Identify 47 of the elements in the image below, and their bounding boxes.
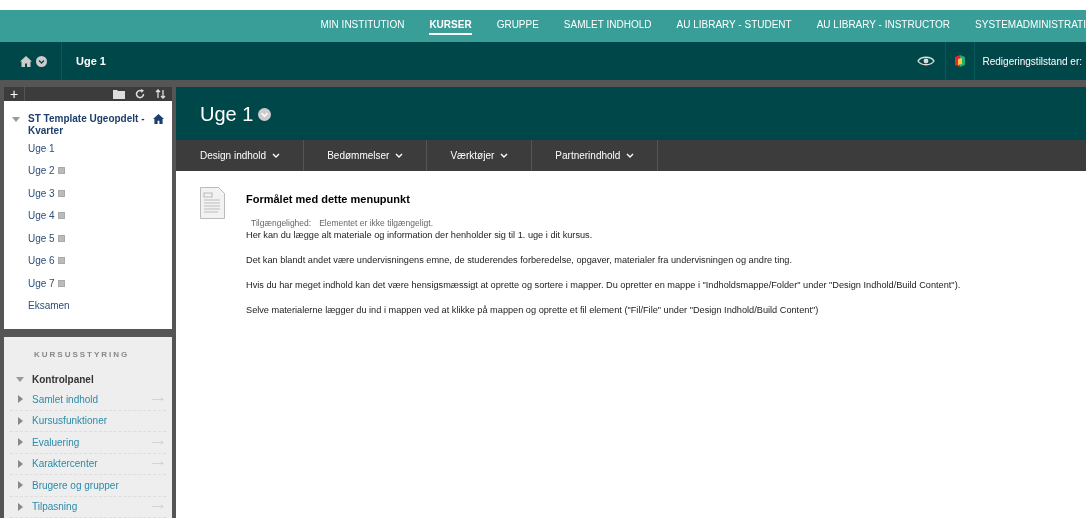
caret-right-icon xyxy=(18,502,23,511)
chevron-down-icon xyxy=(626,152,635,159)
edit-mode-label: Redigeringstilstand er: xyxy=(982,54,1082,69)
body-paragraph: Her kan du lægge alt materiale og information der henholder sig til 1. uge i dit kursus. xyxy=(246,229,594,243)
palette-icon[interactable] xyxy=(954,55,965,67)
eye-icon[interactable] xyxy=(916,55,935,67)
course-menu-link[interactable]: Uge 1 xyxy=(28,140,55,156)
home-icon[interactable] xyxy=(20,55,32,67)
course-menu-link[interactable]: Uge 2 xyxy=(28,163,55,179)
course-menu-link[interactable]: Uge 6 xyxy=(28,253,55,269)
item-title[interactable]: Formålet med dette menupunkt xyxy=(246,191,961,208)
control-panel-link[interactable]: Karaktercenter xyxy=(32,456,152,472)
course-menu-link[interactable]: Uge 3 xyxy=(28,185,55,201)
refresh-icon[interactable] xyxy=(135,89,145,99)
body-paragraph: Det kan blandt andet være undervisningens emne, de studerendes forberedelse, opgaver, materialer fra undervisningen og andre ting. xyxy=(246,254,793,268)
caret-right-icon xyxy=(18,459,23,468)
page-title: Uge 1 xyxy=(200,101,254,127)
control-panel-link[interactable]: Evaluering xyxy=(32,434,152,450)
course-menu-link[interactable]: Uge 5 xyxy=(28,230,55,246)
caret-right-icon xyxy=(18,438,23,447)
availability-value: Elementet er ikke tilgængeligt. xyxy=(319,216,434,230)
circle-chevron-icon[interactable] xyxy=(36,55,47,67)
control-panel-title[interactable]: Kontrolpanel xyxy=(32,371,94,387)
course-menu-link[interactable]: Uge 7 xyxy=(28,275,55,291)
caret-right-icon xyxy=(18,416,23,425)
body-paragraph: Hvis du har meget indhold kan det være hensigsmæssigt at oprette og sortere i mapper. Du opretter en mappe i "Indholdsmappe/Folder" under "Design Indhold/Build Content"). xyxy=(246,278,961,292)
control-panel-link[interactable]: Kursusfunktioner xyxy=(32,413,166,429)
caret-right-icon xyxy=(18,395,23,404)
availability-label: Tilgængelighed: xyxy=(251,216,312,230)
chevron-down-icon xyxy=(500,152,509,159)
breadcrumb-current: Uge 1 xyxy=(76,53,106,69)
caret-right-icon xyxy=(18,481,23,490)
control-panel-link[interactable]: Samlet indhold xyxy=(32,391,152,407)
folder-icon[interactable] xyxy=(113,89,125,99)
home-icon[interactable] xyxy=(153,114,164,124)
section-heading: KURSUSSTYRING xyxy=(34,349,131,361)
control-panel-link[interactable]: Tilpasning xyxy=(32,499,152,515)
body-paragraph: Selve materialerne lægger du ind i mappen ved at klikke på mappen og oprette et fil element ("Fil/File" under "Design Indhold/Build Content") xyxy=(246,303,820,317)
course-menu-link[interactable]: Eksamen xyxy=(28,298,70,314)
sort-icon[interactable] xyxy=(155,89,166,99)
chevron-down-icon xyxy=(272,152,281,159)
course-menu-link[interactable]: Uge 4 xyxy=(28,208,55,224)
chevron-down-icon xyxy=(395,152,404,159)
course-title[interactable]: ST Template Ugeopdelt - Kvarter xyxy=(28,113,153,137)
document-icon xyxy=(200,187,225,219)
control-panel-link[interactable]: Brugere og grupper xyxy=(32,477,166,493)
circle-chevron-icon[interactable] xyxy=(258,108,272,121)
